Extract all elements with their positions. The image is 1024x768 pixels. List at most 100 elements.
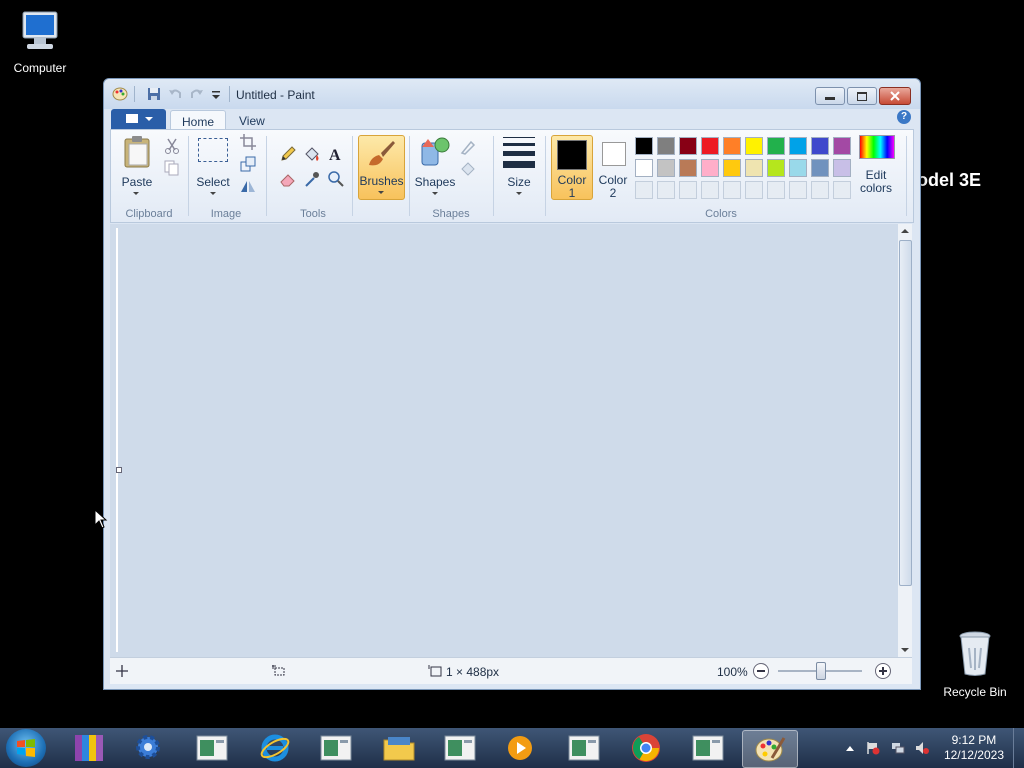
redo-icon[interactable]: [189, 86, 205, 102]
scroll-up-icon[interactable]: [901, 229, 909, 233]
palette-swatch[interactable]: [833, 137, 851, 155]
palette-swatch[interactable]: [833, 159, 851, 177]
shape-fill-icon[interactable]: [459, 160, 477, 178]
paint-app-icon[interactable]: [112, 86, 128, 102]
taskbar-app-chrome[interactable]: [619, 730, 673, 766]
crop-icon[interactable]: [239, 133, 257, 151]
minimize-button[interactable]: [815, 87, 845, 105]
resize-handle[interactable]: [116, 467, 122, 473]
show-hidden-icons-icon[interactable]: [846, 746, 854, 751]
show-desktop-button[interactable]: [1013, 728, 1024, 768]
palette-swatch[interactable]: [657, 159, 675, 177]
paint-menu-button[interactable]: [111, 109, 166, 129]
fill-icon[interactable]: [303, 145, 321, 163]
taskbar-app-internet-explorer[interactable]: [248, 730, 302, 766]
action-center-icon[interactable]: [866, 741, 880, 755]
color-picker-icon[interactable]: [303, 170, 321, 188]
palette-swatch[interactable]: [789, 137, 807, 155]
palette-swatch-empty[interactable]: [679, 181, 697, 199]
palette-swatch[interactable]: [723, 137, 741, 155]
eraser-icon[interactable]: [279, 170, 297, 188]
resize-icon[interactable]: [239, 155, 257, 173]
clock[interactable]: 9:12 PM 12/12/2023: [944, 733, 1004, 763]
scroll-down-icon[interactable]: [901, 648, 909, 652]
taskbar-app-window-1[interactable]: [185, 730, 239, 766]
taskbar-app-window-4[interactable]: [557, 730, 611, 766]
close-button[interactable]: [879, 87, 911, 105]
canvas-area[interactable]: [110, 224, 898, 657]
taskbar-app-paint[interactable]: [742, 730, 798, 768]
desktop-icon-computer[interactable]: Computer: [0, 10, 80, 75]
restore-button[interactable]: [847, 87, 877, 105]
palette-swatch[interactable]: [635, 159, 653, 177]
palette-swatch[interactable]: [767, 137, 785, 155]
rotate-icon[interactable]: [239, 177, 257, 195]
palette-swatch-empty[interactable]: [745, 181, 763, 199]
palette-swatch[interactable]: [701, 159, 719, 177]
gear-icon: [136, 735, 160, 759]
desktop-icon-recycle-bin[interactable]: Recycle Bin: [935, 630, 1015, 699]
magnifier-icon[interactable]: [327, 170, 345, 188]
palette-swatch[interactable]: [745, 137, 763, 155]
palette-swatch[interactable]: [745, 159, 763, 177]
palette-swatch-empty[interactable]: [635, 181, 653, 199]
volume-muted-icon[interactable]: [915, 741, 929, 755]
palette-swatch[interactable]: [723, 159, 741, 177]
taskbar-app-file-explorer[interactable]: [372, 730, 426, 766]
palette-swatch-empty[interactable]: [723, 181, 741, 199]
title-bar[interactable]: Untitled - Paint: [104, 79, 920, 109]
vertical-scrollbar[interactable]: [898, 224, 912, 657]
save-icon[interactable]: [146, 86, 162, 102]
size-button[interactable]: Size: [499, 175, 539, 189]
select-button[interactable]: Select: [193, 175, 233, 189]
palette-swatch[interactable]: [635, 137, 653, 155]
palette-swatch-empty[interactable]: [657, 181, 675, 199]
palette-swatch[interactable]: [811, 137, 829, 155]
zoom-out-button[interactable]: [753, 663, 769, 679]
taskbar-app-window-2[interactable]: [309, 730, 363, 766]
taskbar-app-winrar[interactable]: [62, 730, 116, 766]
outline-icon[interactable]: [459, 138, 477, 156]
help-icon[interactable]: ?: [897, 110, 911, 124]
drawing-canvas[interactable]: [116, 228, 118, 652]
palette-swatch[interactable]: [789, 159, 807, 177]
copy-icon[interactable]: [163, 159, 181, 177]
edit-colors-label[interactable]: Edit: [851, 168, 901, 182]
tab-view[interactable]: View: [228, 110, 276, 129]
zoom-slider-thumb[interactable]: [816, 662, 826, 680]
tab-home[interactable]: Home: [170, 110, 227, 129]
taskbar-app-settings[interactable]: [122, 730, 176, 766]
color2-button[interactable]: Color 2: [596, 135, 630, 200]
taskbar-app-window-5[interactable]: [681, 730, 735, 766]
palette-swatch-empty[interactable]: [767, 181, 785, 199]
paste-button[interactable]: Paste: [119, 175, 155, 189]
taskbar-app-media-player[interactable]: [494, 730, 548, 766]
taskbar-app-window-3[interactable]: [433, 730, 487, 766]
palette-swatch[interactable]: [679, 137, 697, 155]
scroll-thumb[interactable]: [899, 240, 912, 586]
zoom-in-button[interactable]: [875, 663, 891, 679]
palette-swatch[interactable]: [679, 159, 697, 177]
start-button[interactable]: [6, 729, 46, 767]
palette-swatch[interactable]: [657, 137, 675, 155]
palette-swatch[interactable]: [701, 137, 719, 155]
paint-window: Untitled - Paint Home View ? Paste Clipb…: [103, 78, 921, 690]
palette-swatch[interactable]: [811, 159, 829, 177]
network-icon[interactable]: [891, 741, 905, 755]
text-icon[interactable]: A: [327, 145, 345, 163]
customize-toolbar-chevron-icon[interactable]: [208, 86, 224, 102]
color1-button[interactable]: Color 1: [551, 135, 593, 200]
cut-icon[interactable]: [163, 137, 181, 155]
edit-colors-label-2[interactable]: colors: [851, 181, 901, 195]
palette-swatch-empty[interactable]: [701, 181, 719, 199]
palette-swatch-empty[interactable]: [789, 181, 807, 199]
divider: [352, 136, 353, 216]
palette-swatch-empty[interactable]: [833, 181, 851, 199]
shapes-button[interactable]: Shapes: [413, 175, 457, 189]
brushes-button[interactable]: Brushes: [358, 135, 405, 200]
palette-swatch-empty[interactable]: [811, 181, 829, 199]
palette-swatch[interactable]: [767, 159, 785, 177]
pencil-icon[interactable]: [279, 145, 297, 163]
undo-icon[interactable]: [167, 86, 183, 102]
color1-number: 1: [568, 186, 576, 200]
